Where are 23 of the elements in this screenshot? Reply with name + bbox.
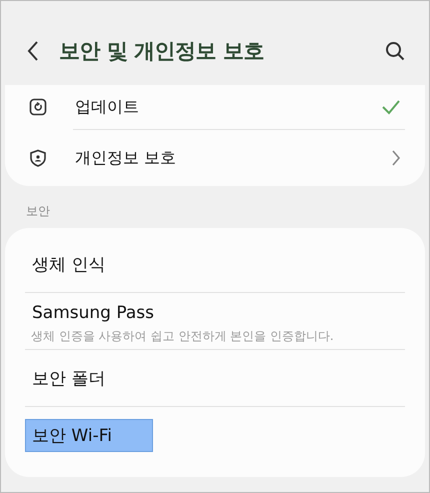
back-button[interactable] [27, 40, 39, 62]
section-label: 보안 [25, 203, 51, 220]
item-label: 업데이트 [75, 96, 140, 118]
item-label: Samsung Pass [31, 302, 155, 324]
settings-item[interactable]: 보안 Wi-Fi [5, 407, 425, 463]
item-label: 보안 폴더 [31, 368, 106, 390]
chevron-icon [391, 149, 401, 167]
settings-item[interactable]: 개인정보 보호 [29, 130, 405, 186]
item-label: 보안 Wi-Fi [25, 418, 153, 452]
update-icon [29, 98, 47, 116]
screen-title: 보안 및 개인정보 보호 [59, 38, 265, 65]
settings-item[interactable]: Samsung Pass 생체 인증을 사용하여 쉽고 안전하게 본인을 인증합니다. [5, 293, 425, 349]
settings-item[interactable]: 생체 인식 [5, 236, 425, 292]
item-description: 생체 인증을 사용하여 쉽고 안전하게 본인을 인증합니다. [30, 328, 334, 344]
shield-person-icon [29, 149, 47, 167]
back-icon [27, 40, 39, 62]
item-label: 생체 인식 [31, 254, 106, 276]
item-label: 개인정보 보호 [75, 148, 178, 168]
settings-item[interactable]: 보안 폴더 [5, 350, 425, 406]
settings-item[interactable]: 업데이트 [29, 85, 405, 129]
search-icon [385, 41, 405, 61]
check-icon [381, 99, 401, 115]
search-button[interactable] [385, 41, 405, 61]
